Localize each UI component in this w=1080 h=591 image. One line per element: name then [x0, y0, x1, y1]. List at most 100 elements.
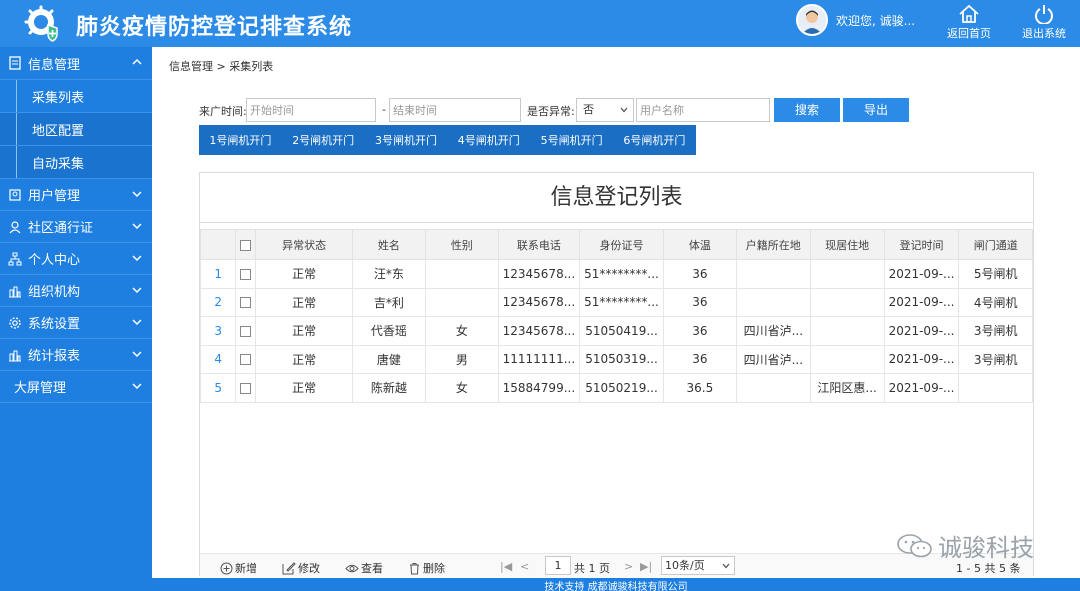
per-page-select[interactable]: 10条/页	[661, 556, 735, 575]
table-row[interactable]: 5 正常 陈新越 女 15884799... 51050219... 36.5 …	[199, 373, 1033, 403]
column-header[interactable]: 性别	[425, 229, 499, 260]
row-select-cell[interactable]	[235, 316, 257, 346]
gate-3-open-button[interactable]: 3号闸机开门	[365, 132, 448, 148]
start-time-input[interactable]	[246, 98, 376, 122]
home-button[interactable]: 返回首页	[942, 4, 996, 41]
first-page-icon[interactable]: |◀	[500, 560, 512, 573]
page-number-input[interactable]: 1	[545, 556, 571, 575]
cell-temperature: 36	[662, 259, 737, 289]
cell-phone: 12345678...	[497, 259, 581, 289]
menu-big-screen[interactable]: 大屏管理	[0, 371, 152, 403]
sidebar-item-auto-collect[interactable]: 自动采集	[0, 146, 152, 179]
column-header[interactable]: 登记时间	[883, 229, 960, 260]
column-header[interactable]: 户籍所在地	[735, 229, 811, 260]
table-row[interactable]: 2 正常 吉*利 12345678... 51********... 36 20…	[199, 287, 1033, 317]
document-icon	[9, 56, 21, 70]
menu-organization[interactable]: 组织机构	[0, 275, 152, 307]
cell-residence	[809, 287, 885, 317]
time-label: 来广时间:	[199, 105, 247, 118]
menu-system-settings[interactable]: 系统设置	[0, 307, 152, 339]
row-number: 4	[199, 344, 237, 374]
gate-6-open-button[interactable]: 6号闸机开门	[613, 132, 696, 148]
per-page-value: 10条/页	[665, 559, 705, 572]
date-range-dash: -	[382, 103, 386, 116]
row-checkbox[interactable]	[240, 354, 252, 366]
sidebar-item-region-config[interactable]: 地区配置	[0, 113, 152, 146]
column-header[interactable]: 联系电话	[497, 229, 581, 260]
cell-phone: 12345678...	[497, 287, 581, 317]
bar-chart-icon	[9, 286, 21, 297]
row-checkbox[interactable]	[240, 268, 252, 280]
footer-text: 技术支持 成都诚骏科技有限公司	[544, 582, 688, 591]
table-row[interactable]: 3 正常 代香瑶 女 12345678... 51050419... 36 四川…	[199, 316, 1033, 346]
cell-name: 唐健	[351, 344, 427, 374]
plus-circle-icon	[220, 562, 233, 574]
column-header[interactable]: 闸门通道	[958, 229, 1033, 260]
menu-info-management[interactable]: 信息管理	[0, 47, 152, 80]
search-button[interactable]: 搜索	[774, 98, 840, 122]
column-header[interactable]: 姓名	[351, 229, 427, 260]
cell-status: 正常	[255, 316, 353, 346]
username-input[interactable]	[636, 98, 770, 122]
cell-phone: 12345678...	[497, 316, 581, 346]
row-checkbox[interactable]	[240, 325, 252, 337]
add-button[interactable]: 新增	[220, 560, 257, 576]
chevron-down-icon	[132, 223, 142, 230]
watermark-text: 诚骏科技	[938, 534, 1034, 562]
welcome-text[interactable]: 欢迎您, 诚骏...	[836, 12, 915, 29]
edit-button[interactable]: 修改	[282, 560, 320, 576]
column-header[interactable]: 身份证号	[579, 229, 664, 260]
gate-button-bar: 1号闸机开门 2号闸机开门 3号闸机开门 4号闸机开门 5号闸机开门 6号闸机开…	[199, 125, 696, 155]
column-header[interactable]: 异常状态	[255, 229, 353, 260]
home-label: 返回首页	[947, 27, 991, 40]
menu-user-management[interactable]: 用户管理	[0, 179, 152, 211]
delete-button[interactable]: 删除	[408, 560, 445, 576]
row-number: 5	[199, 373, 237, 403]
row-select-cell[interactable]	[235, 259, 257, 289]
row-select-cell[interactable]	[235, 287, 257, 317]
select-all-checkbox[interactable]	[240, 239, 252, 251]
menu-personal-center[interactable]: 个人中心	[0, 243, 152, 275]
logout-button[interactable]: 退出系统	[1017, 4, 1071, 41]
column-header[interactable]: 体温	[662, 229, 737, 260]
row-checkbox[interactable]	[240, 382, 252, 394]
trash-icon	[410, 562, 419, 574]
cell-id-number: 51050219...	[579, 373, 664, 403]
prev-page-icon[interactable]: <	[520, 560, 529, 573]
row-select-cell[interactable]	[235, 373, 257, 403]
cell-id-number: 51050319...	[579, 344, 664, 374]
menu-community-pass[interactable]: 社区通行证	[0, 211, 152, 243]
avatar[interactable]	[796, 4, 828, 36]
abnormal-select[interactable]: 否	[576, 98, 634, 122]
home-icon	[959, 4, 979, 23]
column-header[interactable]: 现居住地	[809, 229, 885, 260]
gate-5-open-button[interactable]: 5号闸机开门	[530, 132, 613, 148]
export-button[interactable]: 导出	[843, 98, 909, 122]
next-page-icon[interactable]: >	[624, 560, 633, 573]
cell-temperature: 36.5	[662, 373, 737, 403]
header-select-all[interactable]	[235, 229, 257, 260]
table-row[interactable]: 1 正常 汪*东 12345678... 51********... 36 20…	[199, 259, 1033, 289]
cell-residence	[809, 344, 885, 374]
last-page-icon[interactable]: ▶|	[640, 560, 652, 573]
row-select-cell[interactable]	[235, 344, 257, 374]
cell-time: 2021-09-...	[883, 344, 960, 374]
cell-id-number: 51050419...	[579, 316, 664, 346]
row-checkbox[interactable]	[240, 297, 252, 309]
gate-1-open-button[interactable]: 1号闸机开门	[199, 132, 282, 148]
gate-4-open-button[interactable]: 4号闸机开门	[447, 132, 530, 148]
gate-2-open-button[interactable]: 2号闸机开门	[282, 132, 365, 148]
end-time-input[interactable]	[389, 98, 521, 122]
view-button[interactable]: 查看	[345, 560, 383, 576]
cell-status: 正常	[255, 373, 353, 403]
table-row[interactable]: 4 正常 唐健 男 11111111... 51050319... 36 四川省…	[199, 344, 1033, 374]
bar-chart-icon	[9, 350, 21, 361]
sidebar-item-collection-list[interactable]: 采集列表	[0, 80, 152, 113]
chevron-down-icon	[132, 191, 142, 198]
menu-statistics-report[interactable]: 统计报表	[0, 339, 152, 371]
cell-time: 2021-09-...	[883, 287, 960, 317]
menu-label: 信息管理	[28, 57, 81, 73]
chevron-down-icon	[132, 255, 142, 262]
cell-gate: 3号闸机	[958, 344, 1033, 374]
cell-gender: 女	[425, 316, 499, 346]
